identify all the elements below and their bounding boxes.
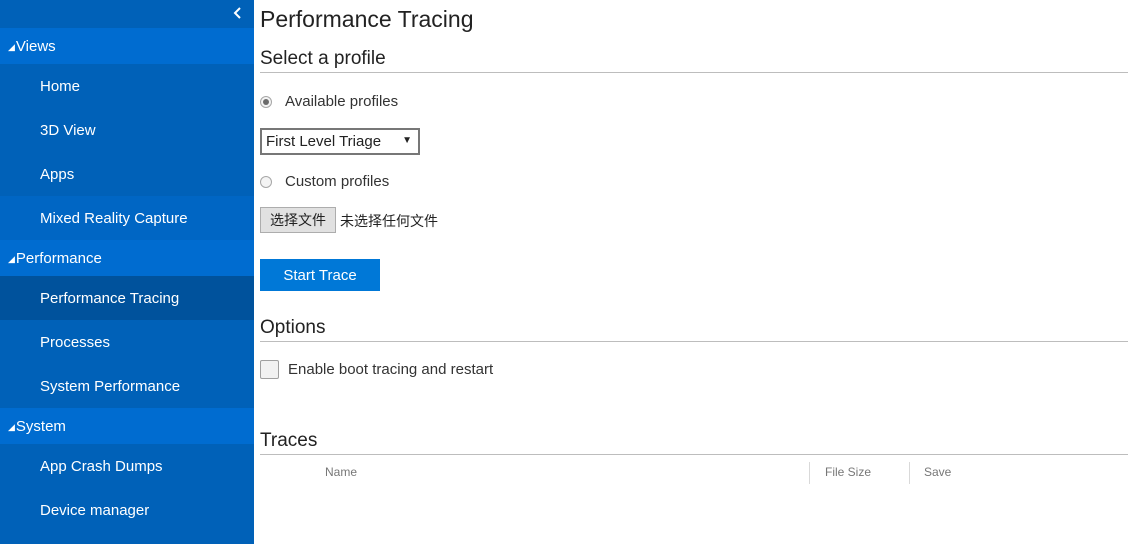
group-header-system[interactable]: ◢ System [0,408,254,444]
custom-profiles-option[interactable]: Custom profiles [260,173,389,190]
group-header-performance[interactable]: ◢ Performance [0,240,254,276]
column-header-name[interactable]: Name [325,465,357,479]
divider [260,341,1128,342]
expanded-triangle-icon: ◢ [8,253,15,264]
traces-table-header: Name File Size Save [260,462,1128,484]
chevron-left-icon [230,3,246,23]
column-separator [909,462,910,484]
section-title-options: Options [260,317,326,338]
radio-button-checked[interactable] [260,95,272,108]
column-separator [809,462,810,484]
sidebar-item-apps[interactable]: Apps [0,152,254,196]
section-title-select-profile: Select a profile [260,48,386,69]
sidebar-item-label: System Performance [40,377,181,395]
radio-label: Custom profiles [285,173,390,190]
radio-button-unchecked[interactable] [260,175,272,188]
available-profiles-option[interactable]: Available profiles [260,93,398,110]
boot-tracing-option[interactable]: Enable boot tracing and restart [260,360,493,379]
sidebar-item-app-crash-dumps[interactable]: App Crash Dumps [0,444,254,488]
sidebar-item-device-manager[interactable]: Device manager [0,488,254,532]
sidebar-item-performance-tracing[interactable]: Performance Tracing [0,276,254,320]
sidebar-item-processes[interactable]: Processes [0,320,254,364]
column-header-save[interactable]: Save [924,465,951,479]
sidebar-item-label: Performance Tracing [40,289,180,307]
expanded-triangle-icon: ◢ [8,421,15,432]
column-header-file-size[interactable]: File Size [825,465,871,479]
divider [260,72,1128,73]
sidebar-item-label: Home [40,77,81,95]
dropdown-value: First Level Triage [266,133,382,150]
group-label: Performance [15,249,102,267]
sidebar-item-system-performance[interactable]: System Performance [0,364,254,408]
sidebar-item-label: Mixed Reality Capture [40,209,188,227]
radio-label: Available profiles [285,93,399,110]
main-content: Performance Tracing Select a profile Ava… [254,0,1128,544]
sidebar-item-3d-view[interactable]: 3D View [0,108,254,152]
boot-tracing-checkbox[interactable] [260,360,279,379]
sidebar-item-label: App Crash Dumps [40,457,163,475]
group-label: Views [15,37,56,55]
sidebar-item-label: 3D View [40,121,96,139]
expanded-triangle-icon: ◢ [8,41,15,52]
section-title-traces: Traces [260,430,318,451]
collapse-sidebar-button[interactable] [230,3,246,23]
sidebar-item-home[interactable]: Home [0,64,254,108]
sidebar-item-label: Processes [40,333,111,351]
page-title: Performance Tracing [260,6,474,32]
file-status-text: 未选择任何文件 [340,214,438,230]
start-trace-button[interactable]: Start Trace [260,259,380,291]
profile-dropdown[interactable]: First Level Triage ▼ [260,128,420,155]
group-label: System [15,417,66,435]
group-header-views[interactable]: ◢ Views [0,28,254,64]
sidebar-item-label: Device manager [40,501,150,519]
divider [260,454,1128,455]
choose-file-button[interactable]: 选择文件 [260,207,336,233]
sidebar-item-label: Apps [40,165,75,183]
sidebar-item-mixed-reality-capture[interactable]: Mixed Reality Capture [0,196,254,240]
dropdown-arrow-icon: ▼ [402,135,412,146]
sidebar: ◢ Views Home 3D View Apps Mixed Reality … [0,0,254,544]
checkbox-label: Enable boot tracing and restart [288,361,494,378]
